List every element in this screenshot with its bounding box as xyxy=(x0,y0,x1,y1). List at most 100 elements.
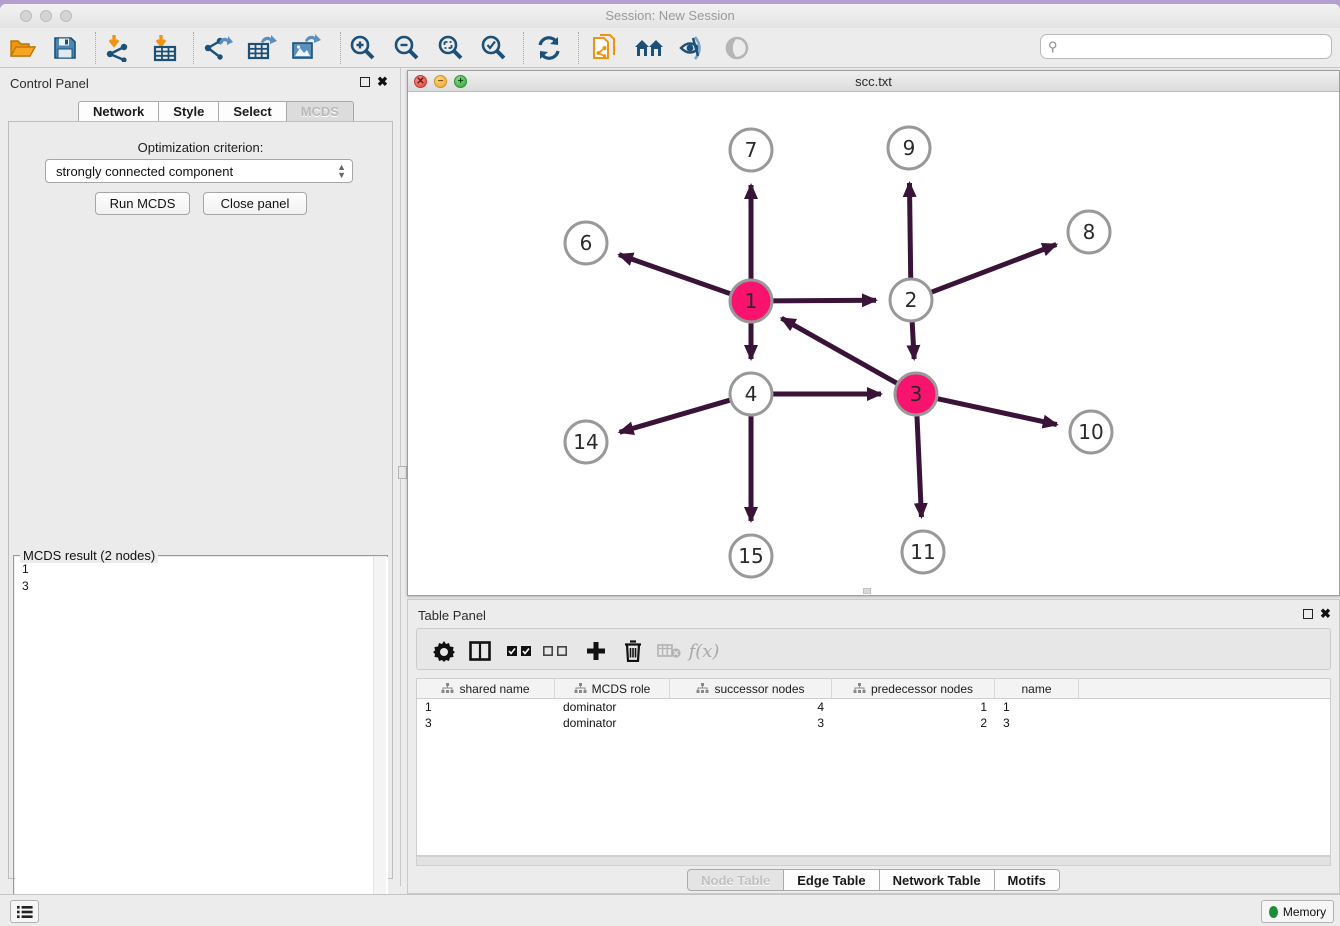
table-cell[interactable]: 1 xyxy=(995,699,1079,715)
tab-node-table[interactable]: Node Table xyxy=(687,869,784,891)
node-table[interactable]: shared name MCDS role successor nodes prede… xyxy=(416,678,1331,856)
hierarchy-icon xyxy=(696,683,709,694)
mcds-result-list[interactable]: 13 xyxy=(15,557,388,926)
column-header-name[interactable]: name xyxy=(995,679,1079,698)
list-icon xyxy=(17,905,33,919)
table-cell[interactable]: 3 xyxy=(670,715,832,731)
select-stepper-icon: ▲▼ xyxy=(337,163,346,179)
export-image-icon[interactable] xyxy=(291,33,321,63)
float-panel-icon[interactable] xyxy=(360,77,370,87)
edge-4-14[interactable] xyxy=(620,399,733,432)
mcds-result-title: MCDS result (2 nodes) xyxy=(20,548,158,563)
search-field[interactable]: ⚲ xyxy=(1040,34,1332,59)
tab-style[interactable]: Style xyxy=(159,101,219,122)
edge-3-10[interactable] xyxy=(935,398,1057,425)
import-network-icon[interactable] xyxy=(103,33,133,63)
table-panel-title: Table Panel xyxy=(418,608,486,623)
result-item[interactable]: 1 xyxy=(22,561,388,578)
select-all-icon[interactable] xyxy=(504,636,534,666)
import-table-icon[interactable] xyxy=(150,33,180,63)
splitter-grip[interactable] xyxy=(398,466,407,479)
export-table-icon[interactable] xyxy=(247,33,277,63)
float-table-panel-icon[interactable] xyxy=(1303,609,1313,619)
close-panel-icon[interactable]: ✖ xyxy=(377,74,388,90)
control-panel: Control Panel ✖ Network Style Select MCD… xyxy=(0,68,401,886)
table-cell[interactable]: 1 xyxy=(832,699,995,715)
node-label-9: 9 xyxy=(903,136,916,160)
toolbar-separator xyxy=(578,32,579,64)
node-label-1: 1 xyxy=(745,289,758,313)
canvas-grip[interactable] xyxy=(863,588,871,594)
node-label-10: 10 xyxy=(1078,420,1103,444)
table-panel-header: Table Panel ✖ xyxy=(408,600,1339,628)
control-panel-tabs: Network Style Select MCDS xyxy=(78,101,354,122)
zoom-selected-icon[interactable] xyxy=(478,33,508,63)
optimization-criterion-select[interactable]: strongly connected component ▲▼ xyxy=(45,159,353,183)
run-mcds-button[interactable]: Run MCDS xyxy=(95,192,190,215)
table-panel: Table Panel ✖ xyxy=(407,599,1340,894)
delete-column-icon[interactable] xyxy=(618,636,648,666)
tab-mcds[interactable]: MCDS xyxy=(287,101,354,122)
edge-1-2[interactable] xyxy=(770,300,876,301)
table-row[interactable]: 1dominator411 xyxy=(417,699,1330,715)
table-cell[interactable]: 4 xyxy=(670,699,832,715)
column-settings-icon[interactable] xyxy=(429,636,459,666)
node-label-8: 8 xyxy=(1083,220,1096,244)
duplicate-network-icon[interactable] xyxy=(590,33,620,63)
add-column-icon[interactable] xyxy=(581,636,611,666)
zoom-fit-icon[interactable] xyxy=(435,33,465,63)
show-hide-icon[interactable] xyxy=(677,33,707,63)
table-cell[interactable]: 1 xyxy=(417,699,555,715)
edge-3-11[interactable] xyxy=(917,413,922,517)
edge-1-6[interactable] xyxy=(619,255,733,295)
column-header-shared-name[interactable]: shared name xyxy=(417,679,555,698)
table-cell[interactable]: dominator xyxy=(555,699,670,715)
main-toolbar: ⚲ xyxy=(0,28,1340,68)
toolbar-separator xyxy=(340,32,341,64)
result-scrollbar[interactable] xyxy=(373,557,386,926)
close-panel-button[interactable]: Close panel xyxy=(203,192,307,215)
column-label: successor nodes xyxy=(714,682,804,696)
column-header-MCDS-role[interactable]: MCDS role xyxy=(555,679,670,698)
column-header-predecessor-nodes[interactable]: predecessor nodes xyxy=(832,679,995,698)
node-label-11: 11 xyxy=(910,540,935,564)
node-label-4: 4 xyxy=(745,382,758,406)
toolbar-separator xyxy=(95,32,96,64)
close-table-panel-icon[interactable]: ✖ xyxy=(1320,606,1331,622)
result-item[interactable]: 3 xyxy=(22,578,388,595)
first-neighbors-icon[interactable] xyxy=(634,33,664,63)
tab-network-table[interactable]: Network Table xyxy=(880,869,995,891)
control-panel-header: Control Panel ✖ xyxy=(0,68,400,96)
edge-2-9[interactable] xyxy=(909,183,910,281)
deselect-all-icon[interactable] xyxy=(540,636,570,666)
tab-motifs[interactable]: Motifs xyxy=(995,869,1060,891)
window-title: Session: New Session xyxy=(0,8,1340,23)
tab-select[interactable]: Select xyxy=(219,101,286,122)
export-network-icon[interactable] xyxy=(203,33,233,63)
column-header-successor-nodes[interactable]: successor nodes xyxy=(670,679,832,698)
column-label: MCDS role xyxy=(592,682,651,696)
network-canvas[interactable]: 7968124314101511 xyxy=(408,92,1339,595)
panel-mode-icon[interactable] xyxy=(465,636,495,666)
apply-layout-icon[interactable] xyxy=(534,33,564,63)
search-input[interactable] xyxy=(1062,40,1331,54)
memory-button[interactable]: Memory xyxy=(1261,900,1334,923)
edge-3-1[interactable] xyxy=(781,318,899,384)
table-cell[interactable]: 3 xyxy=(417,715,555,731)
tab-edge-table[interactable]: Edge Table xyxy=(784,869,879,891)
edge-2-8[interactable] xyxy=(929,244,1057,293)
table-cell[interactable]: 3 xyxy=(995,715,1079,731)
save-session-icon[interactable] xyxy=(50,33,80,63)
table-cell[interactable]: 2 xyxy=(832,715,995,731)
table-cell[interactable]: dominator xyxy=(555,715,670,731)
tab-network[interactable]: Network xyxy=(78,101,159,122)
zoom-out-icon[interactable] xyxy=(391,33,421,63)
optimization-criterion-value: strongly connected component xyxy=(56,164,233,179)
zoom-in-icon[interactable] xyxy=(347,33,377,63)
edge-2-3[interactable] xyxy=(912,319,914,359)
hierarchy-icon xyxy=(574,683,587,694)
table-row[interactable]: 3dominator323 xyxy=(417,715,1330,731)
task-history-button[interactable] xyxy=(10,900,39,923)
open-session-icon[interactable] xyxy=(8,33,38,63)
table-hscrollbar[interactable] xyxy=(416,856,1331,866)
